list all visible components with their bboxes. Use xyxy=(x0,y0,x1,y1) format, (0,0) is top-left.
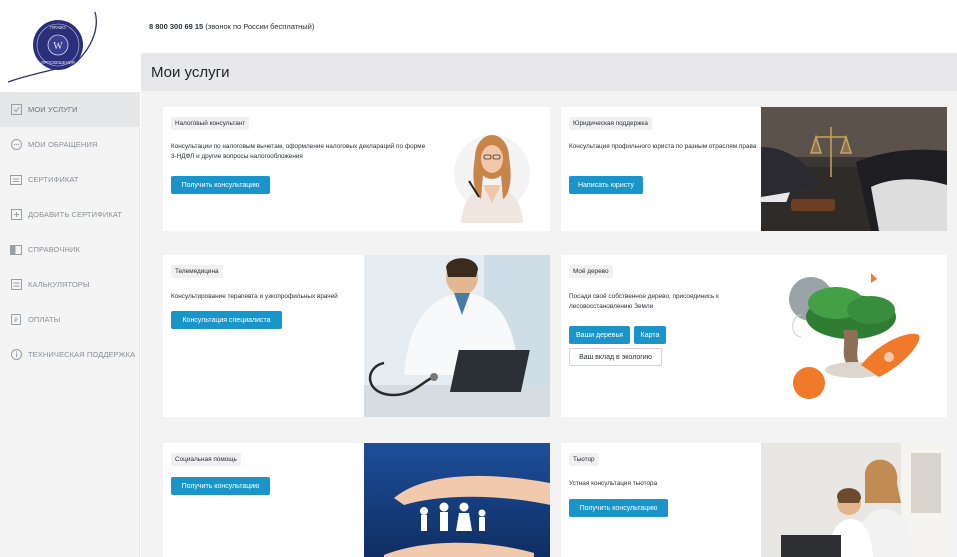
sidebar-item-reference[interactable]: СПРАВОЧНИК xyxy=(0,232,140,267)
phone-number[interactable]: 8 800 300 69 15 xyxy=(149,22,203,31)
phone-note: (звонок по России бесплатный) xyxy=(205,22,315,31)
service-card-tutor: Тьютор Устная консультация тьютора Получ… xyxy=(561,443,947,557)
main-content: 8 800 300 69 15 (звонок по России беспла… xyxy=(141,0,957,557)
service-card-legal: Юридическая поддержка Консультация профи… xyxy=(561,107,947,231)
social-help-photo xyxy=(364,443,550,557)
tree-illustration xyxy=(761,255,947,417)
sidebar-item-label: МОИ ОБРАЩЕНИЯ xyxy=(28,140,98,149)
sidebar-item-label: СЕРТИФИКАТ xyxy=(28,175,79,184)
check-square-icon xyxy=(10,104,22,115)
get-consultation-button[interactable]: Получить консультацию xyxy=(569,499,668,517)
service-card-telemedicine: Телемедицина Консультирование терапевта … xyxy=(163,255,550,417)
service-description: Консультации по налоговым вычетам, оформ… xyxy=(171,143,426,160)
service-card-tree: Моё дерево Посади своё собственное дерев… xyxy=(561,255,947,417)
header-contact: 8 800 300 69 15 (звонок по России беспла… xyxy=(141,0,957,53)
page-title-bar: Мои услуги xyxy=(141,53,957,91)
service-description: Посади своё собственное дерево, присоеди… xyxy=(569,293,719,310)
sidebar-item-support[interactable]: ТЕХНИЧЕСКАЯ ПОДДЕРЖКА xyxy=(0,337,140,372)
chat-bubble-icon xyxy=(10,139,22,150)
sidebar-item-my-requests[interactable]: МОИ ОБРАЩЕНИЯ xyxy=(0,127,140,162)
certificate-icon xyxy=(10,174,22,185)
service-tag: Юридическая поддержка xyxy=(569,117,652,130)
map-button[interactable]: Карта xyxy=(634,326,666,344)
service-description: Устная консультация тьютора xyxy=(569,480,658,487)
sidebar-item-label: ДОБАВИТЬ СЕРТИФИКАТ xyxy=(28,210,123,219)
service-card-tax: Налоговый консультант Консультации по на… xyxy=(163,107,550,231)
service-description: Консультация профильного юриста по разны… xyxy=(569,143,757,150)
sidebar-item-label: ОПЛАТЫ xyxy=(28,315,61,324)
sidebar-nav: МОИ УСЛУГИ МОИ ОБРАЩЕНИЯ СЕРТИФИКАТ ДОБА… xyxy=(0,92,140,372)
write-lawyer-button[interactable]: Написать юристу xyxy=(569,176,643,194)
sidebar-item-calculators[interactable]: КАЛЬКУЛЯТОРЫ xyxy=(0,267,140,302)
service-card-social: Социальная помощь Получить консультацию xyxy=(163,443,550,557)
sidebar-item-label: СПРАВОЧНИК xyxy=(28,245,80,254)
sidebar-item-label: МОИ УСЛУГИ xyxy=(28,105,78,114)
service-tag: Моё дерево xyxy=(569,265,613,278)
svg-text:W: W xyxy=(53,41,63,52)
sidebar-item-label: КАЛЬКУЛЯТОРЫ xyxy=(28,280,90,289)
logo-text-bottom: ПРОСВЕЩЕНИЯ xyxy=(41,60,74,65)
service-tag: Социальная помощь xyxy=(171,453,241,466)
service-description: Консультирование терапевта и узкопрофиль… xyxy=(171,293,338,300)
tutor-photo xyxy=(761,443,947,557)
svg-text:₽: ₽ xyxy=(14,317,18,324)
your-trees-button[interactable]: Ваши деревья xyxy=(569,326,630,344)
telemedicine-photo xyxy=(364,255,550,417)
service-tag: Телемедицина xyxy=(171,265,223,278)
calculator-icon xyxy=(10,279,22,290)
logo-text-top: ПРАВО xyxy=(50,25,66,30)
service-tag: Налоговый консультант xyxy=(171,117,250,130)
info-circle-icon xyxy=(10,349,22,360)
book-icon xyxy=(10,244,22,255)
receipt-icon: ₽ xyxy=(10,314,22,325)
plus-square-icon xyxy=(10,209,22,220)
sidebar-item-add-certificate[interactable]: ДОБАВИТЬ СЕРТИФИКАТ xyxy=(0,197,140,232)
sidebar: W ПРАВО ПРОСВЕЩЕНИЯ МОИ УСЛУГИ МОИ ОБРАЩ… xyxy=(0,0,140,557)
legal-support-photo xyxy=(761,107,947,231)
sidebar-item-my-services[interactable]: МОИ УСЛУГИ xyxy=(0,92,140,127)
sidebar-item-payments[interactable]: ₽ ОПЛАТЫ xyxy=(0,302,140,337)
specialist-consultation-button[interactable]: Консультация специалиста xyxy=(171,311,282,329)
sidebar-item-certificate[interactable]: СЕРТИФИКАТ xyxy=(0,162,140,197)
service-tag: Тьютор xyxy=(569,453,599,466)
logo[interactable]: W ПРАВО ПРОСВЕЩЕНИЯ xyxy=(0,0,140,92)
get-consultation-button[interactable]: Получить консультацию xyxy=(171,176,270,194)
sidebar-item-label: ТЕХНИЧЕСКАЯ ПОДДЕРЖКА xyxy=(28,350,136,359)
page-title: Мои услуги xyxy=(151,63,230,81)
get-consultation-button[interactable]: Получить консультацию xyxy=(171,477,270,495)
tax-consultant-photo xyxy=(453,115,531,223)
eco-contribution-button[interactable]: Ваш вклад в экологию xyxy=(569,348,662,366)
